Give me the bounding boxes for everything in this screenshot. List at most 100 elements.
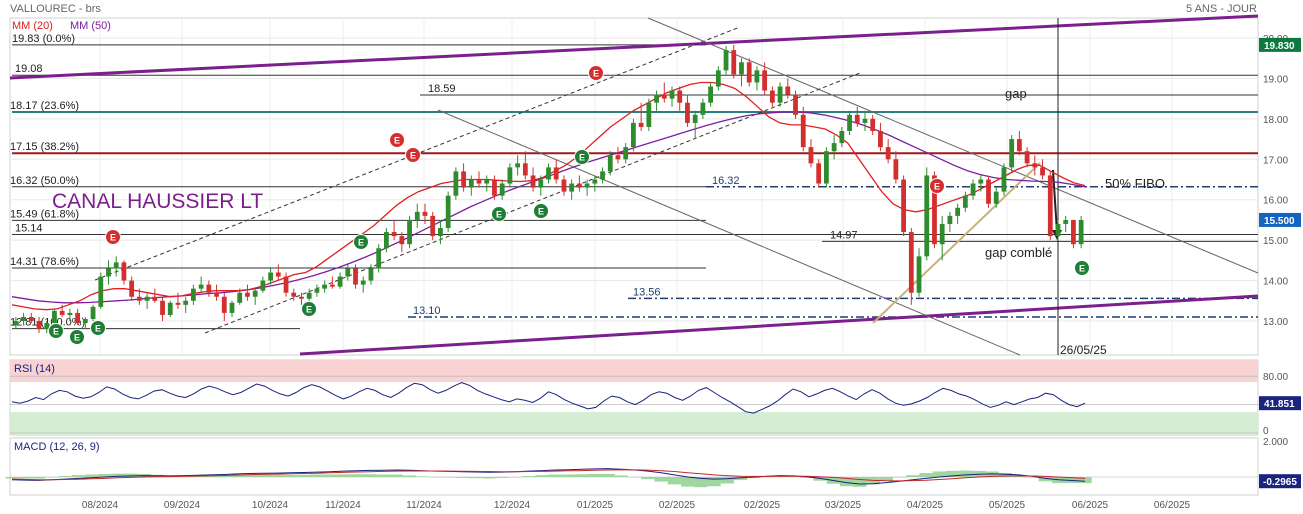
- candle-body: [368, 268, 374, 281]
- candle-body: [908, 232, 914, 293]
- price-tick-label: 13.00: [1263, 317, 1288, 328]
- date-tick-label: 01/2025: [577, 500, 614, 511]
- candle-body: [268, 272, 273, 281]
- candle-body: [337, 276, 343, 287]
- rsi-label: RSI (14): [14, 363, 55, 375]
- rsi-axis: 80.0040.00041.851: [1259, 372, 1301, 437]
- candle-body: [669, 90, 675, 99]
- candle-body: [924, 175, 930, 257]
- fib-level-label: 17.15 (38.2%): [10, 141, 79, 153]
- date-tick-label: 02/2025: [659, 500, 696, 511]
- candle-body: [646, 102, 652, 127]
- fib-level-label: 13.10: [413, 305, 441, 317]
- candle-body: [654, 94, 659, 103]
- candle-body: [538, 179, 544, 188]
- candle-body: [322, 284, 328, 289]
- candle-body: [553, 167, 559, 180]
- chart-stage: VALLOUREC - brs 5 ANS - JOUR 19.83 (0.0%…: [0, 0, 1303, 514]
- candle-body: [1063, 219, 1069, 224]
- fibo-annotation: 50% FIBO: [1105, 176, 1165, 191]
- candle-body: [731, 50, 737, 75]
- event-marker-letter: E: [394, 136, 400, 146]
- candle-body: [59, 310, 65, 315]
- event-marker-letter: E: [53, 327, 59, 337]
- event-marker-letter: E: [593, 69, 599, 79]
- date-tick-label: 04/2025: [907, 500, 944, 511]
- macd-histogram-bar: [296, 474, 311, 477]
- candle-body: [522, 163, 528, 176]
- candle-body: [978, 179, 984, 184]
- gap-annotation: gap: [1005, 86, 1027, 101]
- macd-histogram-bar: [416, 476, 430, 477]
- price-chart[interactable]: 19.83 (0.0%) 19.08 18.59 18.17 (23.6%) 17.15…: [0, 0, 1303, 514]
- candle-body: [492, 179, 497, 196]
- macd-histogram-bar: [429, 477, 443, 478]
- candle-body: [468, 179, 474, 188]
- candle-body: [129, 280, 135, 297]
- candle-body: [885, 147, 891, 160]
- candle-body: [762, 70, 768, 91]
- candle-body: [986, 179, 991, 204]
- macd-histogram-bar: [336, 474, 350, 477]
- candle-body: [299, 296, 304, 299]
- candle-body: [970, 183, 976, 196]
- candle-body: [1071, 219, 1076, 245]
- candle-body: [36, 321, 42, 330]
- candle-body: [546, 167, 551, 180]
- date-tick-label: 12/2024: [494, 500, 531, 511]
- candle-body: [229, 302, 235, 313]
- candle-body: [854, 114, 860, 123]
- candle-body: [955, 207, 961, 216]
- macd-histogram-bar: [31, 477, 46, 479]
- candle-body: [631, 122, 636, 148]
- price-tick-label: 16.00: [1263, 196, 1288, 207]
- candle-body: [484, 179, 490, 184]
- event-marker-letter: E: [579, 153, 585, 163]
- candle-body: [576, 183, 582, 188]
- macd-histogram-bar: [614, 475, 628, 477]
- candle-body: [90, 306, 96, 319]
- price-tick-label: 18.00: [1263, 115, 1288, 126]
- rsi-overbought-zone: [10, 360, 1258, 382]
- candle-body: [939, 223, 945, 245]
- candle-body: [198, 284, 204, 289]
- candle-body: [746, 62, 752, 83]
- date-tick-label: 11/2024: [325, 500, 361, 511]
- event-marker-letter: E: [358, 238, 364, 248]
- fib-level-label: 13.56: [633, 286, 661, 298]
- candle-body: [777, 86, 783, 103]
- candle-body: [383, 232, 389, 249]
- candle-body: [306, 292, 312, 299]
- candle-body: [353, 268, 358, 285]
- macd-histogram-bar: [18, 477, 32, 479]
- event-marker-letter: E: [74, 333, 80, 343]
- macd-histogram-bar: [680, 477, 695, 487]
- price-tick-label: 19.00: [1263, 74, 1288, 85]
- candle-body: [245, 292, 250, 297]
- macd-histogram-bar: [495, 477, 509, 478]
- rsi-value-label: 41.851: [1264, 399, 1295, 410]
- event-marker-letter: E: [410, 151, 416, 161]
- candle-body: [515, 163, 521, 168]
- candle-body: [445, 195, 451, 229]
- macd-histogram-bar: [71, 475, 85, 477]
- candle-body: [862, 118, 868, 123]
- rsi-oversold-zone: [10, 412, 1258, 435]
- macd-histogram-bar: [508, 477, 523, 478]
- macd-histogram-bar: [455, 477, 470, 478]
- candle-body: [715, 70, 721, 87]
- fib-level-label: 19.83 (0.0%): [12, 33, 75, 45]
- macd-histogram-bar: [84, 474, 99, 477]
- macd-histogram-bar: [561, 474, 575, 477]
- macd-level-label: 2.000: [1263, 437, 1288, 448]
- date-tick-label: 11/2024: [406, 500, 442, 511]
- candle-body: [453, 171, 459, 196]
- candle-body: [376, 248, 382, 269]
- price-axis: 20.0019.0018.0017.0016.0015.0014.0013.00: [1263, 34, 1288, 328]
- macd-histogram-bar: [389, 474, 403, 477]
- macd-histogram-bar: [654, 477, 668, 482]
- candle-body: [476, 179, 482, 184]
- price-badge-label: 15.500: [1264, 216, 1295, 227]
- candle-body: [893, 159, 899, 180]
- macd-histogram-bar: [283, 474, 297, 477]
